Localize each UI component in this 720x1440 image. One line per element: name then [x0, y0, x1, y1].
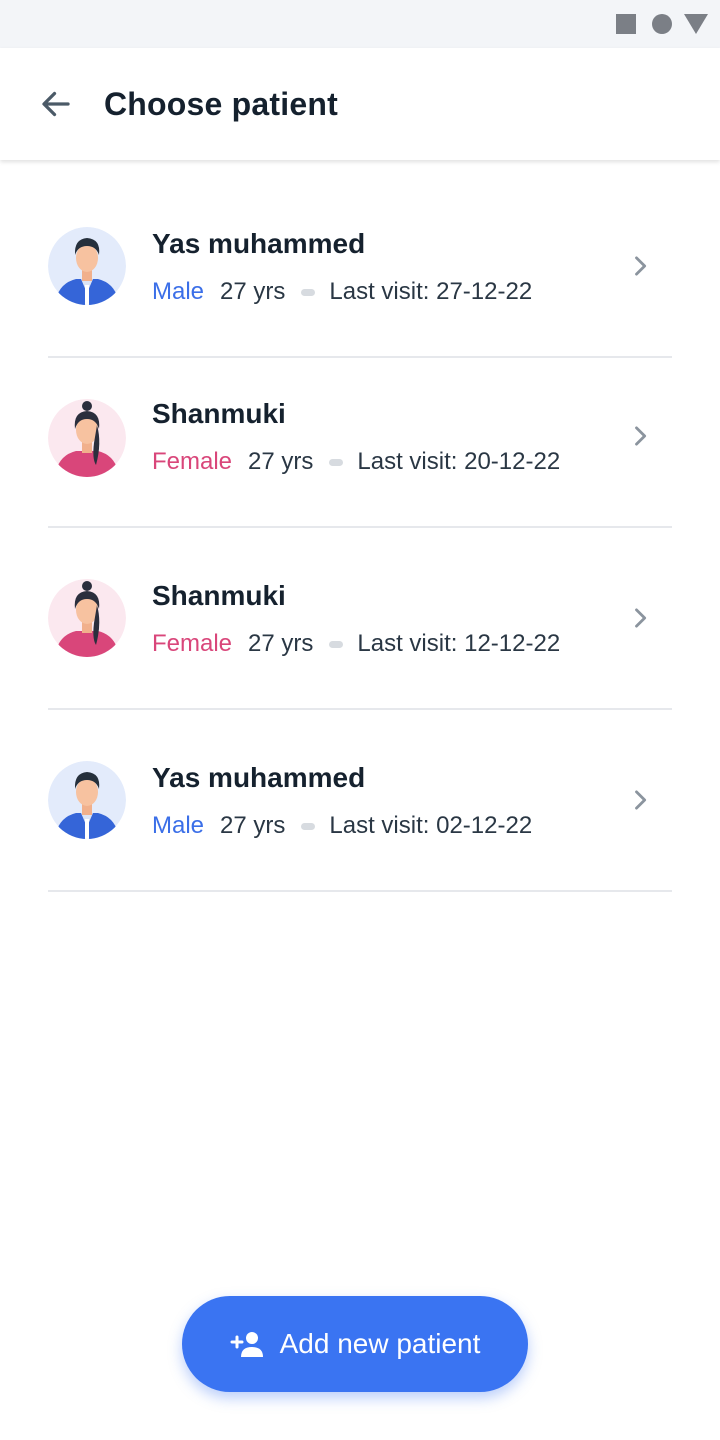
patient-gender: Male: [152, 812, 205, 839]
patient-age: 27 yrs: [248, 448, 314, 475]
patient-gender: Female: [152, 630, 233, 657]
patient-name: Yas muhammed: [152, 228, 366, 259]
patient-row[interactable]: Shanmuki Female 27 yrs Last visit: 20-12…: [48, 358, 672, 528]
patient-name: Shanmuki: [152, 398, 286, 429]
triangle-icon: [684, 14, 708, 34]
separator-dot: [301, 288, 316, 296]
back-button[interactable]: [32, 84, 80, 124]
patient-last-visit: Last visit: 02-12-22: [329, 812, 533, 839]
patient-age: 27 yrs: [220, 278, 286, 305]
separator-dot: [329, 640, 344, 648]
add-person-icon: [230, 1332, 263, 1357]
separator-dot: [329, 458, 344, 466]
chevron-right-icon: [635, 790, 647, 810]
chevron-right-icon: [635, 426, 647, 446]
add-new-patient-button[interactable]: Add new patient: [182, 1296, 528, 1392]
circle-icon: [652, 14, 672, 34]
patient-age: 27 yrs: [220, 812, 286, 839]
patient-gender: Female: [152, 448, 233, 475]
chevron-right-icon: [635, 256, 647, 276]
arrow-left-icon: [42, 91, 70, 117]
patient-row[interactable]: Yas muhammed Male 27 yrs Last visit: 02-…: [48, 710, 672, 892]
male-avatar: [48, 227, 126, 305]
add-new-patient-label: Add new patient: [279, 1328, 481, 1359]
patient-list: Yas muhammed Male 27 yrs Last visit: 27-…: [48, 160, 672, 892]
patient-row[interactable]: Shanmuki Female 27 yrs Last visit: 12-12…: [48, 528, 672, 710]
patient-row[interactable]: Yas muhammed Male 27 yrs Last visit: 27-…: [48, 160, 672, 358]
patient-meta: Female 27 yrs Last visit: 20-12-22: [152, 447, 560, 477]
patient-name: Shanmuki: [152, 580, 286, 611]
patient-last-visit: Last visit: 27-12-22: [329, 278, 533, 305]
patient-meta: Female 27 yrs Last visit: 12-12-22: [152, 629, 560, 659]
patient-name: Yas muhammed: [152, 762, 366, 793]
page-title: Choose patient: [104, 86, 338, 122]
status-bar: [0, 0, 720, 48]
male-avatar: [48, 761, 126, 839]
patient-last-visit: Last visit: 20-12-22: [357, 448, 561, 475]
female-avatar: [48, 399, 126, 477]
patient-meta: Male 27 yrs Last visit: 27-12-22: [152, 277, 532, 307]
chevron-right-icon: [635, 608, 647, 628]
separator-dot: [301, 822, 316, 830]
app-bar: Choose patient: [0, 48, 720, 160]
patient-last-visit: Last visit: 12-12-22: [357, 630, 561, 657]
square-icon: [616, 14, 636, 34]
patient-meta: Male 27 yrs Last visit: 02-12-22: [152, 811, 532, 841]
patient-gender: Male: [152, 278, 205, 305]
female-avatar: [48, 579, 126, 657]
patient-age: 27 yrs: [248, 630, 314, 657]
